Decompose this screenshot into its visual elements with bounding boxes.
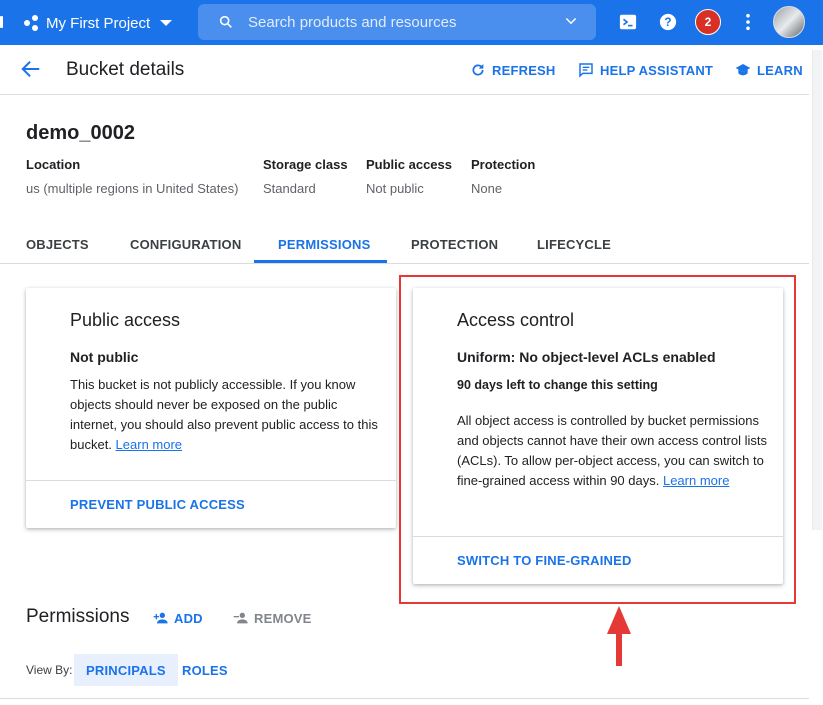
page-title: Bucket details [66,59,185,80]
person-remove-icon [233,612,248,624]
remove-label: REMOVE [254,610,312,626]
active-tab-indicator [254,260,387,263]
protection-label: Protection [471,157,536,172]
cloud-shell-icon[interactable] [617,11,639,33]
up-arrow-icon [607,606,631,634]
prevent-public-access-button[interactable]: PREVENT PUBLIC ACCESS [70,497,245,512]
help-assistant-label: HELP ASSISTANT [600,62,714,78]
more-vert-icon[interactable] [737,11,759,33]
arrow-shaft [616,632,622,666]
refresh-icon [472,64,484,76]
tab-protection[interactable]: PROTECTION [411,237,498,252]
public-access-description: This bucket is not publicly accessible. … [70,375,386,455]
refresh-button[interactable]: REFRESH [470,62,556,78]
help-assistant-button[interactable]: HELP ASSISTANT [578,62,713,78]
page-header: Bucket details REFRESH HELP ASSISTANT LE… [0,45,809,95]
school-icon [735,64,751,76]
search-input[interactable]: Search products and resources [248,14,456,31]
add-label: ADD [174,610,203,626]
project-selector[interactable]: My First Project [24,11,173,35]
scrollbar-thumb[interactable] [812,50,822,530]
refresh-label: REFRESH [492,62,556,78]
project-name: My First Project [46,14,151,32]
tab-configuration[interactable]: CONFIGURATION [130,237,241,252]
learn-label: LEARN [757,62,803,78]
svg-text:?: ? [664,16,671,29]
caret-down-icon [160,20,173,26]
tab-objects[interactable]: OBJECTS [26,237,89,252]
learn-button[interactable]: LEARN [735,62,803,78]
location-label: Location [26,157,81,172]
divider [0,698,809,699]
nav-menu-edge[interactable] [0,16,3,28]
tab-lifecycle[interactable]: LIFECYCLE [537,237,611,252]
project-icon [24,15,40,31]
view-principals-button[interactable]: PRINCIPALS [74,654,178,686]
bucket-name: demo_0002 [26,122,135,144]
highlight-box [399,275,796,604]
learn-more-link[interactable]: Learn more [116,437,182,452]
storage-class-value: Standard [263,181,316,196]
remove-principal-button[interactable]: REMOVE [232,610,312,626]
notification-badge[interactable]: 2 [695,9,721,35]
public-access-card: Public access Not public This bucket is … [26,288,396,528]
help-icon[interactable]: ? [657,11,679,33]
tab-permissions[interactable]: PERMISSIONS [278,237,371,252]
protection-value: None [471,181,503,196]
avatar[interactable] [773,6,805,38]
public-access-value: Not public [366,181,424,196]
view-roles-button[interactable]: ROLES [170,654,240,686]
add-principal-button[interactable]: ADD [152,610,203,626]
chevron-down-icon[interactable] [562,15,580,29]
permissions-heading: Permissions [26,606,130,627]
search-icon [219,15,232,28]
top-navigation-bar: My First Project Search products and res… [0,0,823,45]
storage-class-label: Storage class [263,157,348,172]
location-value: us (multiple regions in United States) [26,181,239,196]
tab-bar: OBJECTS CONFIGURATION PERMISSIONS PROTEC… [0,227,809,264]
person-add-icon [153,612,168,624]
back-arrow-icon[interactable] [20,58,42,80]
chat-icon [579,63,593,78]
card-title: Public access [70,310,181,330]
public-access-label: Public access [366,157,452,172]
public-access-status: Not public [70,349,139,365]
view-by-label: View By: [26,663,73,677]
divider [26,480,396,481]
search-bar[interactable]: Search products and resources [198,4,596,40]
